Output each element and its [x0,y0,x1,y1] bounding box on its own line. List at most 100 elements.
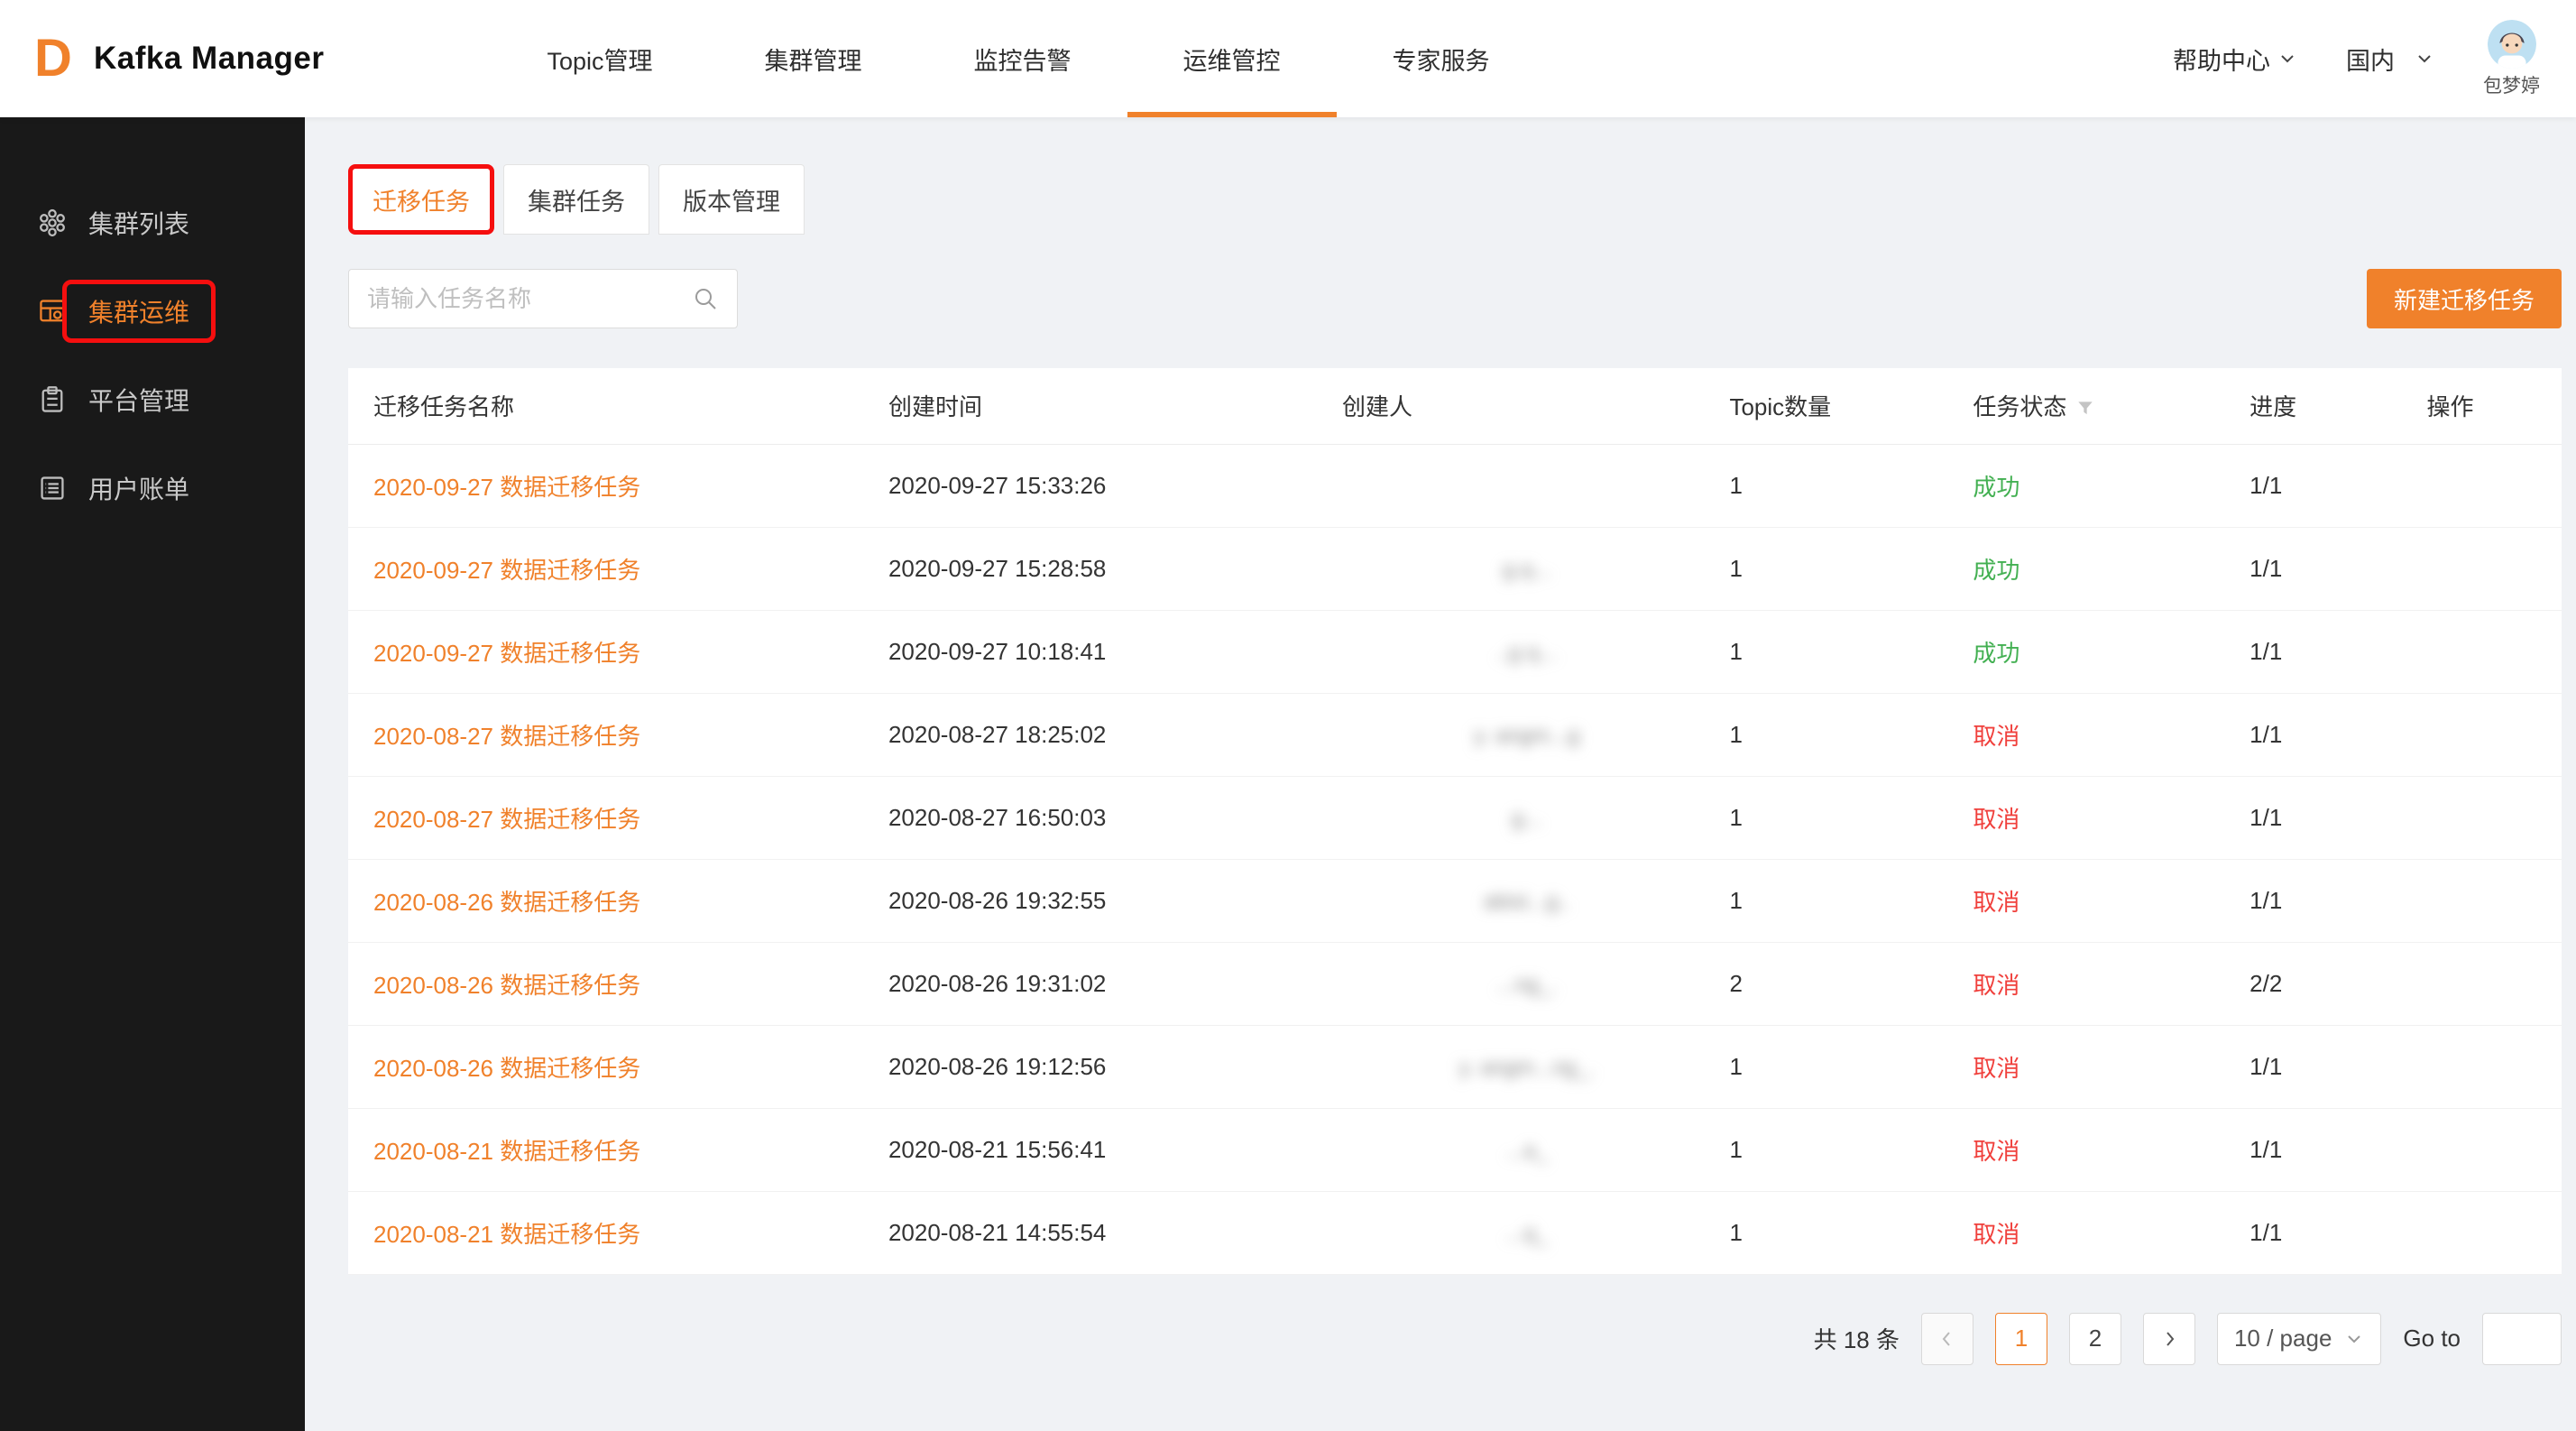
column-header: 任务状态 [1964,368,2240,444]
operation-cell [2417,1025,2562,1108]
operation-cell [2417,527,2562,610]
created-time: 2020-08-26 19:12:56 [879,1025,1333,1108]
table-row: 2020-09-27 数据迁移任务 2020-09-27 10:18:41 ..… [348,610,2562,693]
app-title: Kafka Manager [94,41,324,77]
user-name: 包梦婷 [2483,71,2540,98]
topic-count: 1 [1720,859,1964,942]
prev-page-button[interactable] [1921,1313,1973,1365]
task-link[interactable]: 2020-08-27 数据迁移任务 [373,806,640,833]
progress: 1/1 [2240,1025,2417,1108]
table-header-row: 迁移任务名称 创建时间 创建人 Topic数量 任务状态 进度 操作 [348,368,2562,444]
task-link[interactable]: 2020-09-27 数据迁移任务 [373,640,640,667]
progress: 1/1 [2240,693,2417,776]
table-row: 2020-08-26 数据迁移任务 2020-08-26 19:31:02 ..… [348,942,2562,1025]
creator: ..g q... [1496,641,1557,665]
nav-topic-management[interactable]: Topic管理 [491,0,708,117]
task-link[interactable]: 2020-08-21 数据迁移任务 [373,1138,640,1165]
creator: y. angm...ng_. [1459,1056,1595,1080]
status-badge: 取消 [1973,723,2019,750]
topic-count: 1 [1720,776,1964,859]
task-link[interactable]: 2020-08-27 数据迁移任务 [373,723,640,750]
search-input[interactable] [367,285,692,313]
topic-count: 1 [1720,1025,1964,1108]
progress: 1/1 [2240,444,2417,527]
operation-cell [2417,859,2562,942]
task-link[interactable]: 2020-08-21 数据迁移任务 [373,1221,640,1248]
creator: g.q... [1503,558,1550,582]
nav-cluster-management[interactable]: 集群管理 [709,0,918,117]
created-time: 2020-09-27 15:33:26 [879,444,1333,527]
task-link[interactable]: 2020-09-27 数据迁移任务 [373,557,640,584]
tab-bar: 迁移任务 集群任务 版本管理 [348,164,2562,235]
task-link[interactable]: 2020-09-27 数据迁移任务 [373,474,640,501]
next-page-button[interactable] [2143,1313,2195,1365]
progress: 1/1 [2240,527,2417,610]
column-header: 操作 [2417,368,2562,444]
operation-cell [2417,693,2562,776]
page-1-button[interactable]: 1 [1995,1313,2047,1365]
status-badge: 取消 [1973,1055,2019,1082]
nav-monitor-alert[interactable]: 监控告警 [918,0,1127,117]
sidebar-item-platform-mgmt[interactable]: 平台管理 [0,355,305,444]
sidebar-item-user-bill[interactable]: 用户账单 [0,444,305,532]
goto-page-input[interactable] [2482,1313,2562,1365]
status-badge: 取消 [1973,806,2019,833]
sidebar-item-cluster-list[interactable]: 集群列表 [0,179,305,267]
page-size-select[interactable]: 10 / page [2217,1313,2381,1365]
created-time: 2020-08-27 18:25:02 [879,693,1333,776]
status-badge: 取消 [1973,1221,2019,1248]
chevron-left-icon [1937,1328,1958,1350]
operation-cell [2417,776,2562,859]
operation-cell [2417,444,2562,527]
chevron-down-icon [2344,1329,2364,1349]
progress: 2/2 [2240,942,2417,1025]
creator: ...ng_. [1496,973,1557,997]
goto-label: Go to [2403,1325,2461,1353]
tab-cluster-tasks[interactable]: 集群任务 [503,164,649,235]
progress: 1/1 [2240,610,2417,693]
topic-count: 1 [1720,693,1964,776]
created-time: 2020-08-27 16:50:03 [879,776,1333,859]
status-badge: 成功 [1973,557,2019,584]
operation-cell [2417,942,2562,1025]
tab-version-mgmt[interactable]: 版本管理 [658,164,805,235]
help-center-menu[interactable]: 帮助中心 [2173,42,2297,77]
progress: 1/1 [2240,1191,2417,1274]
task-search [348,269,738,328]
main-content: 迁移任务 集群任务 版本管理 新建迁移任务 迁移任务名称 [305,117,2576,1431]
app-header: D Kafka Manager Topic管理 集群管理 监控告警 运维管控 专… [0,0,2576,117]
table-row: 2020-08-21 数据迁移任务 2020-08-21 14:55:54 ..… [348,1191,2562,1274]
nav-ops-control[interactable]: 运维管控 [1127,0,1337,117]
filter-icon[interactable] [2075,398,2095,418]
user-bill-icon [38,474,67,503]
chevron-right-icon [2158,1328,2180,1350]
topic-count: 1 [1720,527,1964,610]
status-badge: 成功 [1973,640,2019,667]
task-link[interactable]: 2020-08-26 数据迁移任务 [373,1055,640,1082]
sidebar-item-cluster-ops[interactable]: 集群运维 [0,267,305,355]
user-menu[interactable]: 包梦婷 [2483,20,2540,98]
table-row: 2020-08-27 数据迁移任务 2020-08-27 18:25:02 y.… [348,693,2562,776]
column-header: 进度 [2240,368,2417,444]
search-icon[interactable] [692,285,719,312]
nav-expert-service[interactable]: 专家服务 [1337,0,1546,117]
topic-count: 2 [1720,942,1964,1025]
operation-cell [2417,1108,2562,1191]
task-link[interactable]: 2020-08-26 数据迁移任务 [373,889,640,916]
status-badge: 成功 [1973,474,2019,501]
page-2-button[interactable]: 2 [2069,1313,2121,1365]
kafka-manager-logo[interactable]: D [25,31,81,87]
table-row: 2020-09-27 数据迁移任务 2020-09-27 15:33:26 1 … [348,444,2562,527]
progress: 1/1 [2240,776,2417,859]
topic-count: 1 [1720,1191,1964,1274]
avatar [2488,20,2536,69]
topic-count: 1 [1720,444,1964,527]
progress: 1/1 [2240,859,2417,942]
help-center-label: 帮助中心 [2173,42,2270,77]
tab-migration-tasks[interactable]: 迁移任务 [348,164,494,235]
sidebar-item-label: 用户账单 [88,470,189,506]
region-menu[interactable]: 国内 [2346,42,2434,77]
creator: y. angm...g [1474,724,1579,748]
task-link[interactable]: 2020-08-26 数据迁移任务 [373,972,640,999]
create-migration-task-button[interactable]: 新建迁移任务 [2367,269,2562,328]
